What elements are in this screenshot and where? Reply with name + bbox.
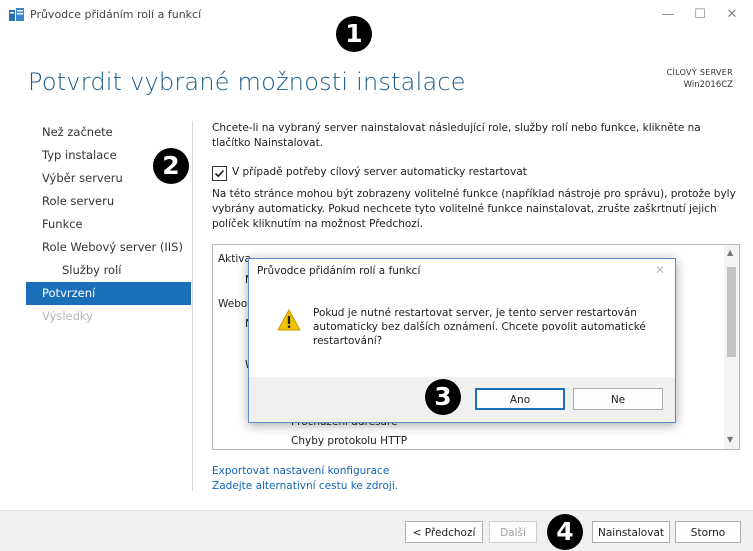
wizard-window: Průvodce přidáním rolí a funkcí — ☐ ✕ Po… [0,0,753,551]
next-button: Další [489,521,537,543]
warning-icon [277,309,301,331]
restart-checkbox[interactable] [212,166,227,181]
nav-item-before-you-begin[interactable]: Než začnete [26,121,191,144]
scroll-up-icon[interactable]: ▲ [727,248,733,257]
dialog-title: Průvodce přidáním rolí a funkcí [257,265,421,277]
dialog-button-bar: Ano Ne [249,377,675,422]
intro-text: Chcete-li na vybraný server nainstalovat… [212,122,701,149]
list-scrollbar[interactable]: ▲ ▼ [724,245,739,449]
links-area: Exportovat nastavení konfigurace Zadejte… [212,464,398,494]
step-marker-3: 3 [425,379,461,415]
nav-item-features[interactable]: Funkce [26,213,191,236]
list-item: Webo [218,298,248,310]
nav-item-role-services[interactable]: Služby rolí [26,259,191,282]
wizard-footer: < Předchozí Další Nainstalovat Storno [0,510,753,551]
export-config-link[interactable]: Exportovat nastavení konfigurace [212,464,398,479]
nav-divider [192,121,193,491]
optional-features-note: Na této stránce mohou být zobrazeny voli… [212,188,736,230]
destination-server-label: CÍLOVÝ SERVER [666,68,733,77]
previous-button[interactable]: < Předchozí [405,521,483,543]
step-marker-4: 4 [547,514,583,550]
restart-confirm-dialog: Průvodce přidáním rolí a funkcí ✕ Pokud … [248,258,676,423]
minimize-button[interactable]: — [651,3,685,27]
nav-item-confirmation[interactable]: Potvrzení [26,282,191,305]
list-item: Chyby protokolu HTTP [291,435,408,447]
dialog-close-icon[interactable]: ✕ [655,263,665,277]
close-button[interactable]: ✕ [715,3,749,27]
alternate-source-link[interactable]: Zadejte alternativní cestu ke zdroji. [212,479,398,494]
page-title: Potvrdit vybrané možnosti instalace [28,68,466,96]
no-button[interactable]: Ne [573,388,663,410]
step-marker-1: 1 [336,16,372,52]
scrollbar-thumb[interactable] [727,267,736,357]
title-bar: Průvodce přidáním rolí a funkcí — ☐ ✕ [0,0,753,30]
restart-checkbox-label[interactable]: V případě potřeby cílový server automati… [232,165,527,180]
scroll-down-icon[interactable]: ▼ [727,435,733,444]
list-item: Aktiva [218,253,251,265]
destination-server-value: Win2016CZ [683,80,733,90]
maximize-button[interactable]: ☐ [683,3,717,27]
window-title: Průvodce přidáním rolí a funkcí [30,8,202,21]
nav-item-web-server-role[interactable]: Role Webový server (IIS) [26,236,191,259]
dialog-message: Pokud je nutné restartovat server, je te… [313,307,646,347]
step-marker-2: 2 [153,148,189,184]
install-button[interactable]: Nainstalovat [592,521,670,543]
checkmark-icon [214,169,225,178]
nav-item-server-roles[interactable]: Role serveru [26,190,191,213]
server-manager-icon [9,8,24,21]
nav-item-results: Výsledky [42,309,93,323]
cancel-button[interactable]: Storno [675,521,741,543]
yes-button[interactable]: Ano [475,388,565,410]
